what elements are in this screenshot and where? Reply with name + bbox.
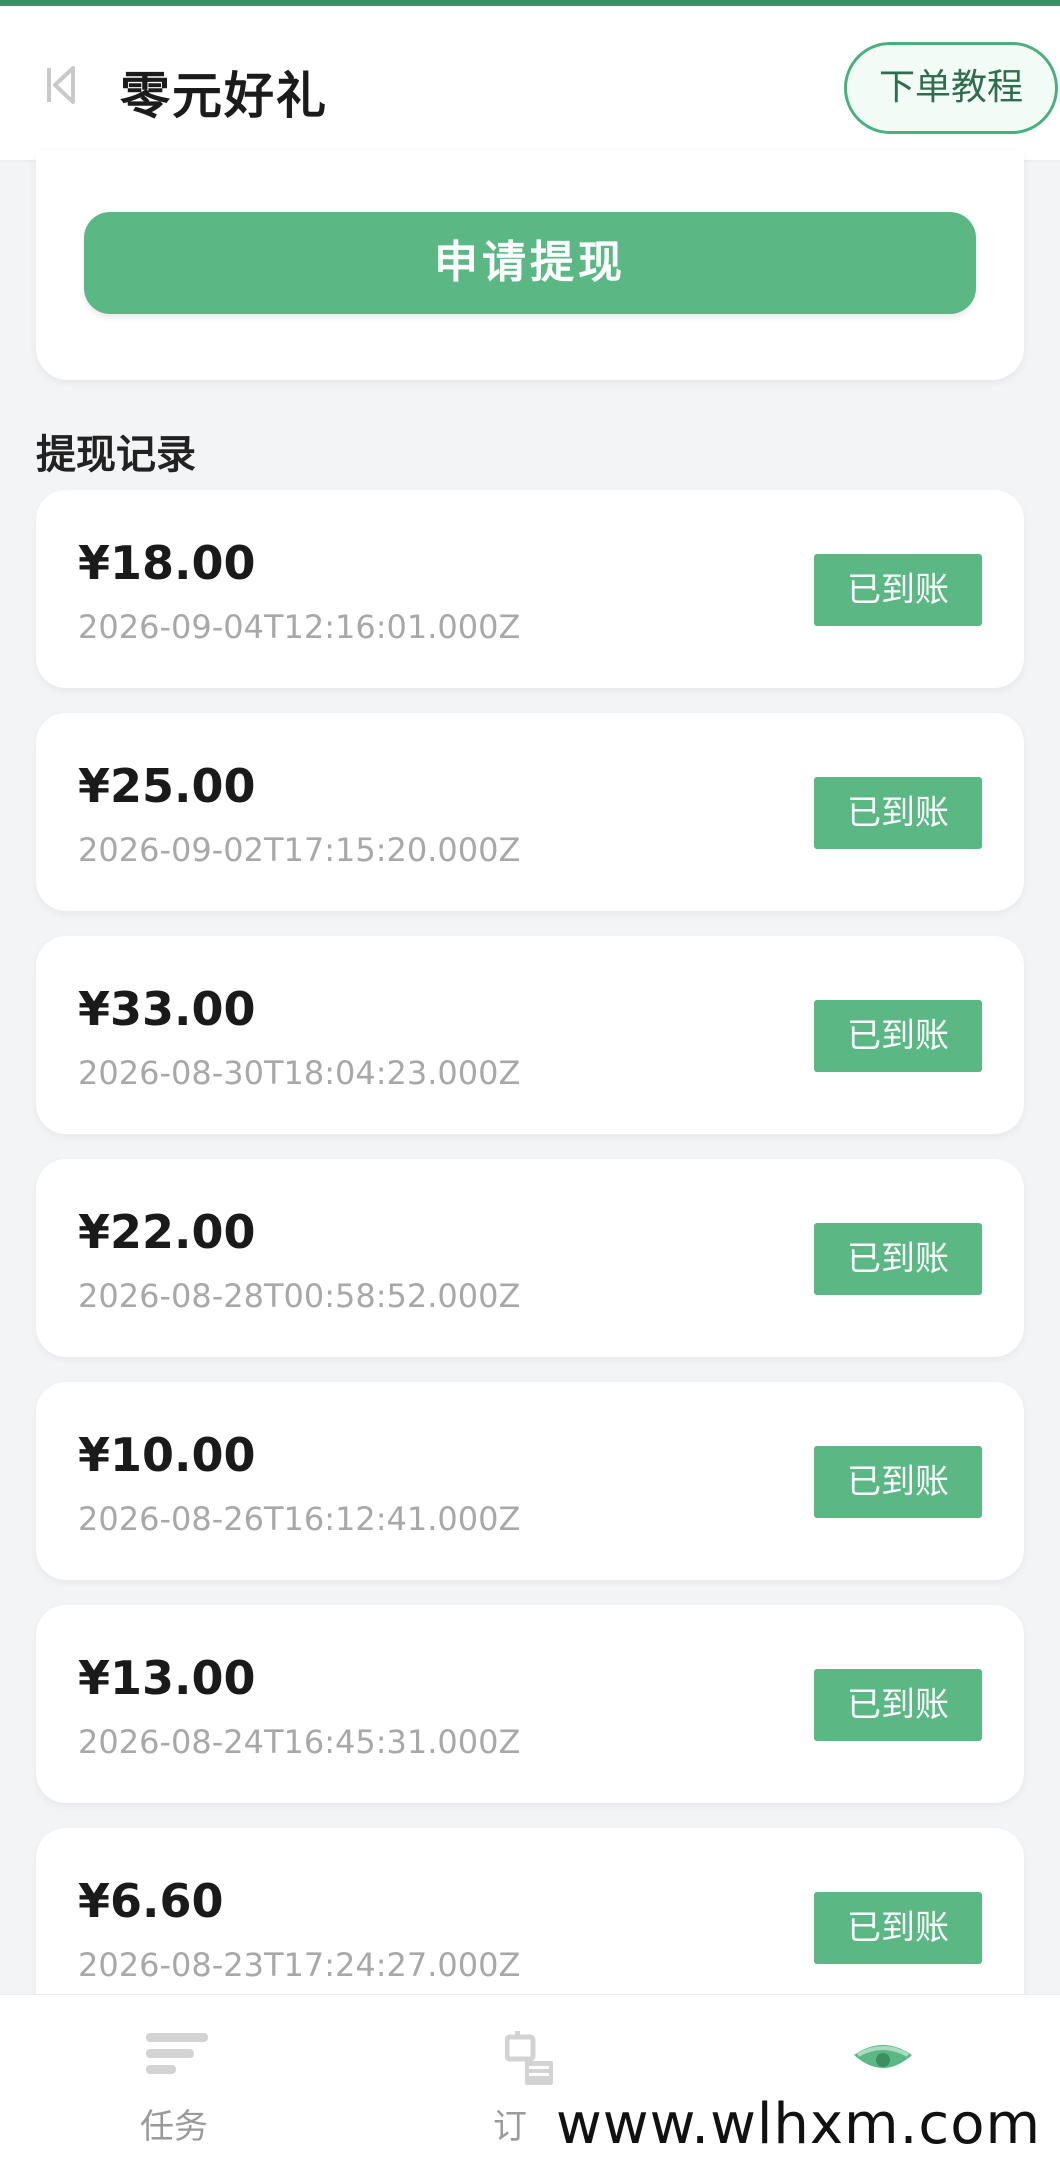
- header: 零元好礼 下单教程: [0, 6, 1060, 162]
- tab-order-label: 订: [493, 2107, 527, 2147]
- tab-task[interactable]: 任务: [0, 1995, 353, 2161]
- record-amount: ¥33.00: [78, 982, 256, 1036]
- record-time: 2026-08-26T16:12:41.000Z: [78, 1500, 521, 1538]
- status-badge: 已到账: [814, 1446, 982, 1518]
- withdraw-card: 申请提现: [36, 150, 1024, 380]
- status-badge: 已到账: [814, 1669, 982, 1741]
- record-time: 2026-08-28T00:58:52.000Z: [78, 1277, 521, 1315]
- status-badge: 已到账: [814, 1223, 982, 1295]
- page-title: 零元好礼: [120, 67, 328, 125]
- status-badge: 已到账: [814, 1000, 982, 1072]
- status-badge: 已到账: [814, 554, 982, 626]
- record-time: 2026-08-30T18:04:23.000Z: [78, 1054, 521, 1092]
- record-time: 2026-08-23T17:24:27.000Z: [78, 1946, 521, 1984]
- record-time: 2026-09-02T17:15:20.000Z: [78, 831, 521, 869]
- record-amount: ¥10.00: [78, 1428, 256, 1482]
- withdraw-records-title: 提现记录: [36, 432, 196, 478]
- back-to-start-icon[interactable]: [44, 62, 78, 108]
- record-card[interactable]: ¥13.00 2026-08-24T16:45:31.000Z 已到账: [36, 1605, 1024, 1803]
- eye-icon: [854, 2045, 912, 2068]
- record-time: 2026-08-24T16:45:31.000Z: [78, 1723, 521, 1761]
- withdraw-record-list: ¥18.00 2026-09-04T12:16:01.000Z 已到账 ¥25.…: [36, 490, 1024, 2051]
- record-card[interactable]: ¥33.00 2026-08-30T18:04:23.000Z 已到账: [36, 936, 1024, 1134]
- tutorial-button[interactable]: 下单教程: [844, 42, 1058, 134]
- record-card[interactable]: ¥10.00 2026-08-26T16:12:41.000Z 已到账: [36, 1382, 1024, 1580]
- record-card[interactable]: ¥25.00 2026-09-02T17:15:20.000Z 已到账: [36, 713, 1024, 911]
- record-amount: ¥6.60: [78, 1874, 224, 1928]
- task-list-icon: [146, 2033, 208, 2074]
- record-amount: ¥25.00: [78, 759, 256, 813]
- apply-withdraw-button[interactable]: 申请提现: [84, 212, 976, 314]
- record-card[interactable]: ¥22.00 2026-08-28T00:58:52.000Z 已到账: [36, 1159, 1024, 1357]
- watermark-text: www.wlhxm.com: [556, 2092, 1042, 2157]
- tab-task-label: 任务: [140, 2107, 208, 2147]
- status-badge: 已到账: [814, 1892, 982, 1964]
- record-card[interactable]: ¥18.00 2026-09-04T12:16:01.000Z 已到账: [36, 490, 1024, 688]
- record-amount: ¥22.00: [78, 1205, 256, 1259]
- record-amount: ¥13.00: [78, 1651, 256, 1705]
- status-badge: 已到账: [814, 777, 982, 849]
- record-time: 2026-09-04T12:16:01.000Z: [78, 608, 521, 646]
- order-icon: [505, 2031, 553, 2085]
- record-amount: ¥18.00: [78, 536, 256, 590]
